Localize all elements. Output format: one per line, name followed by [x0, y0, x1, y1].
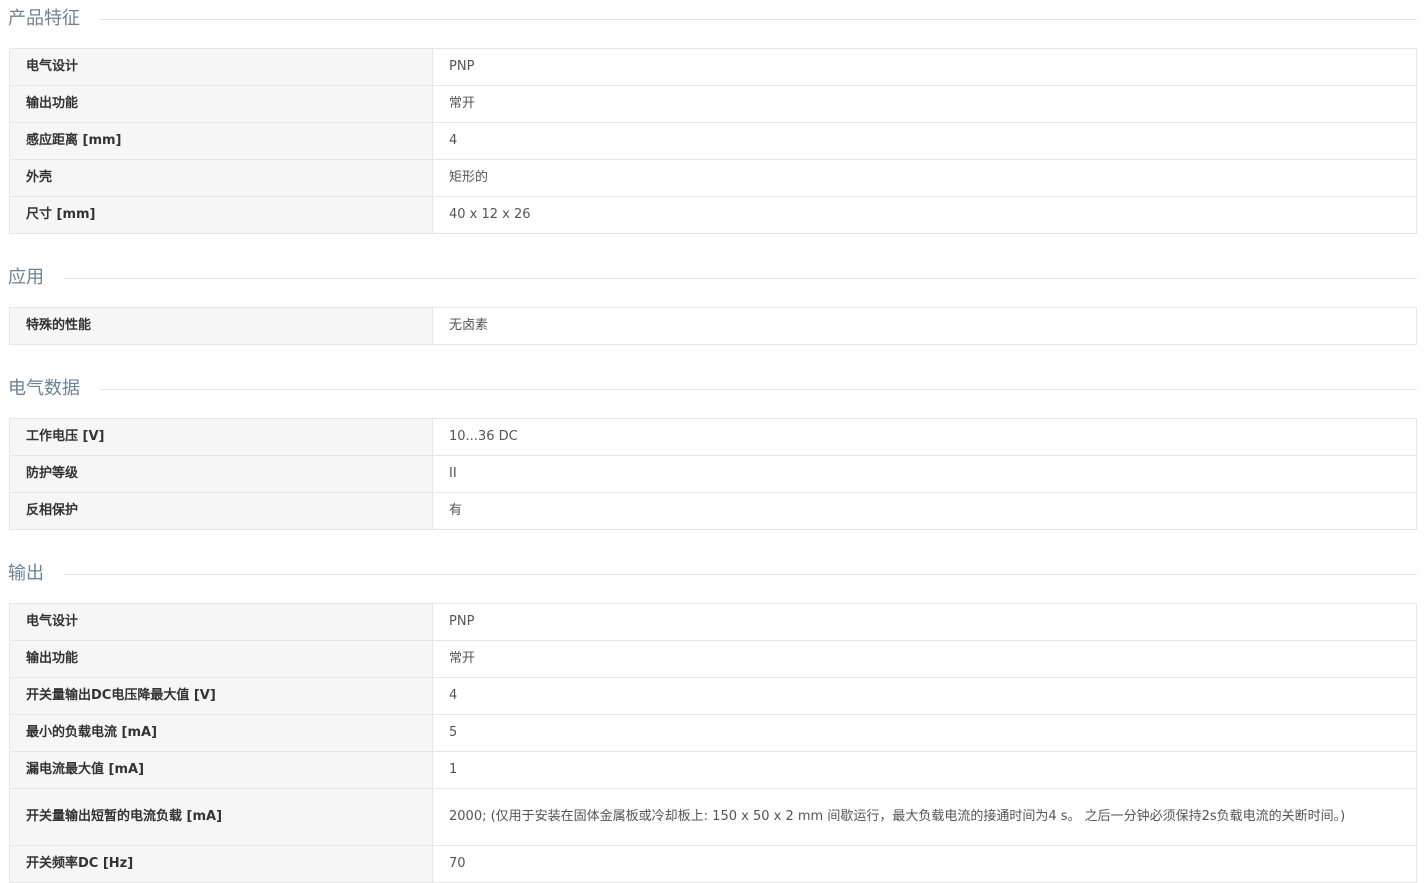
section-header: 输出: [0, 555, 1424, 593]
table-row: 开关量输出DC电压降最大值 [V] 4: [9, 677, 1417, 715]
row-value: 2000; (仅用于安装在固体金属板或冷却板上: 150 x 50 x 2 mm…: [432, 788, 1417, 846]
row-value: 常开: [432, 640, 1417, 678]
section-application: 应用 特殊的性能 无卤素: [0, 259, 1424, 345]
row-value: 4: [432, 677, 1417, 715]
section-divider: [8, 278, 1417, 279]
section-header: 应用: [0, 259, 1424, 297]
section-divider: [8, 574, 1417, 575]
table-row: 输出功能 常开: [9, 85, 1417, 123]
row-value: 40 x 12 x 26: [432, 196, 1417, 234]
section-title: 产品特征: [8, 8, 100, 30]
table-row: 最小的负载电流 [mA] 5: [9, 714, 1417, 752]
row-value: 常开: [432, 85, 1417, 123]
row-label: 最小的负载电流 [mA]: [9, 714, 433, 752]
row-value: 矩形的: [432, 159, 1417, 197]
section-title: 应用: [8, 267, 64, 289]
row-label: 开关量输出DC电压降最大值 [V]: [9, 677, 433, 715]
row-label: 外壳: [9, 159, 433, 197]
row-label: 输出功能: [9, 640, 433, 678]
table-row: 电气设计 PNP: [9, 603, 1417, 641]
row-value: 有: [432, 492, 1417, 530]
section-title: 电气数据: [8, 378, 100, 400]
row-value: 10...36 DC: [432, 418, 1417, 456]
section-header: 产品特征: [0, 0, 1424, 38]
spec-table: 电气设计 PNP 输出功能 常开 感应距离 [mm] 4 外壳 矩形的 尺寸 […: [9, 48, 1417, 234]
table-row: 电气设计 PNP: [9, 48, 1417, 86]
table-row: 开关量输出短暂的电流负载 [mA] 2000; (仅用于安装在固体金属板或冷却板…: [9, 788, 1417, 846]
section-electrical-data: 电气数据 工作电压 [V] 10...36 DC 防护等级 II 反相保护 有: [0, 370, 1424, 530]
table-row: 漏电流最大值 [mA] 1: [9, 751, 1417, 789]
spec-table: 特殊的性能 无卤素: [9, 307, 1417, 345]
row-value: 无卤素: [432, 307, 1417, 345]
table-row: 反相保护 有: [9, 492, 1417, 530]
row-value: 4: [432, 122, 1417, 160]
table-row: 工作电压 [V] 10...36 DC: [9, 418, 1417, 456]
row-label: 尺寸 [mm]: [9, 196, 433, 234]
row-value: II: [432, 455, 1417, 493]
row-label: 感应距离 [mm]: [9, 122, 433, 160]
table-row: 感应距离 [mm] 4: [9, 122, 1417, 160]
table-row: 特殊的性能 无卤素: [9, 307, 1417, 345]
table-row: 防护等级 II: [9, 455, 1417, 493]
section-divider: [8, 19, 1417, 20]
row-label: 开关量输出短暂的电流负载 [mA]: [9, 788, 433, 846]
row-label: 输出功能: [9, 85, 433, 123]
table-row: 开关频率DC [Hz] 70: [9, 845, 1417, 883]
row-value: 5: [432, 714, 1417, 752]
row-label: 漏电流最大值 [mA]: [9, 751, 433, 789]
row-label: 电气设计: [9, 603, 433, 641]
row-value: PNP: [432, 603, 1417, 641]
row-label: 开关频率DC [Hz]: [9, 845, 433, 883]
row-value: PNP: [432, 48, 1417, 86]
spec-table: 工作电压 [V] 10...36 DC 防护等级 II 反相保护 有: [9, 418, 1417, 530]
section-product-features: 产品特征 电气设计 PNP 输出功能 常开 感应距离 [mm] 4 外壳 矩形的…: [0, 0, 1424, 234]
row-value: 1: [432, 751, 1417, 789]
row-label: 防护等级: [9, 455, 433, 493]
product-spec-page: 产品特征 电气设计 PNP 输出功能 常开 感应距离 [mm] 4 外壳 矩形的…: [0, 0, 1424, 883]
row-label: 工作电压 [V]: [9, 418, 433, 456]
row-value: 70: [432, 845, 1417, 883]
section-divider: [8, 389, 1417, 390]
row-label: 特殊的性能: [9, 307, 433, 345]
table-row: 外壳 矩形的: [9, 159, 1417, 197]
row-label: 电气设计: [9, 48, 433, 86]
section-title: 输出: [8, 563, 64, 585]
spec-table: 电气设计 PNP 输出功能 常开 开关量输出DC电压降最大值 [V] 4 最小的…: [9, 603, 1417, 883]
section-output: 输出 电气设计 PNP 输出功能 常开 开关量输出DC电压降最大值 [V] 4 …: [0, 555, 1424, 883]
row-label: 反相保护: [9, 492, 433, 530]
table-row: 尺寸 [mm] 40 x 12 x 26: [9, 196, 1417, 234]
table-row: 输出功能 常开: [9, 640, 1417, 678]
section-header: 电气数据: [0, 370, 1424, 408]
